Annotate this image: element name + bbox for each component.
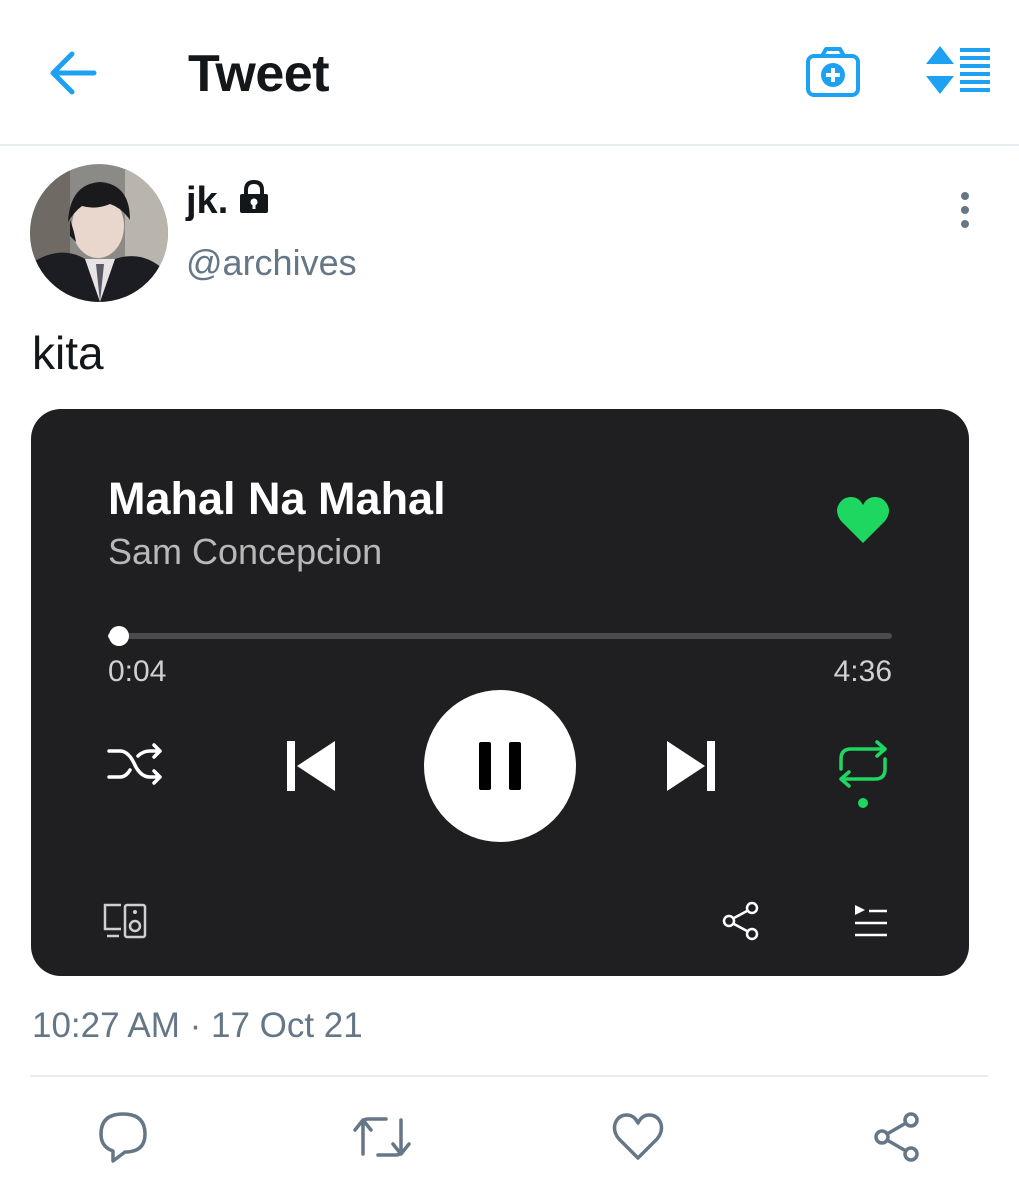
queue-icon (855, 905, 887, 937)
user-handle[interactable]: @archives (186, 242, 357, 284)
song-title: Mahal Na Mahal (108, 473, 446, 524)
progress-handle[interactable] (108, 626, 129, 646)
reply-button[interactable] (96, 1110, 150, 1164)
camera-add-icon (806, 47, 860, 97)
tweet-text: kita (32, 327, 104, 379)
retweet-icon (353, 1117, 411, 1157)
avatar-photo (30, 164, 168, 302)
repeat-icon (839, 740, 887, 808)
queue-button[interactable] (853, 903, 889, 939)
like-song-button[interactable] (835, 495, 891, 545)
connect-devices-button[interactable] (101, 901, 151, 941)
divider (30, 1075, 988, 1077)
music-player-card[interactable]: Mahal Na Mahal Sam Concepcion 0:04 4:36 (31, 409, 969, 976)
player-share-button[interactable] (721, 901, 761, 941)
top-bar: Tweet (0, 0, 1019, 146)
share-nodes-icon (722, 901, 759, 941)
shuffle-icon (107, 743, 162, 785)
retweet-button[interactable] (352, 1110, 411, 1164)
camera-button[interactable] (804, 44, 862, 100)
progress-bar[interactable] (108, 626, 892, 646)
pause-icon (479, 742, 521, 790)
avatar[interactable] (30, 164, 168, 302)
skip-next-icon (667, 741, 715, 791)
more-vertical-icon (961, 192, 969, 228)
skip-previous-icon (287, 741, 335, 791)
previous-track-button[interactable] (285, 739, 337, 793)
lock-icon (236, 179, 272, 215)
sort-arrows-icon (926, 46, 990, 94)
artist-name: Sam Concepcion (108, 531, 383, 572)
heart-filled-icon (837, 497, 889, 543)
repeat-button[interactable] (833, 739, 893, 815)
like-button[interactable] (611, 1110, 665, 1164)
arrow-left-icon (50, 51, 97, 95)
heart-outline-icon (612, 1113, 664, 1160)
share-button[interactable] (870, 1110, 924, 1164)
total-time: 4:36 (833, 655, 892, 688)
more-options-button[interactable] (950, 190, 980, 230)
share-icon (874, 1112, 919, 1162)
back-button[interactable] (46, 48, 100, 98)
display-name[interactable]: jk. (186, 180, 228, 223)
devices-icon (103, 903, 147, 939)
next-track-button[interactable] (665, 739, 717, 793)
page-title: Tweet (188, 45, 330, 103)
pause-button[interactable] (424, 690, 576, 842)
sort-button[interactable] (922, 44, 992, 96)
shuffle-button[interactable] (106, 739, 164, 789)
comment-icon (99, 1112, 147, 1163)
elapsed-time: 0:04 (108, 655, 167, 688)
tweet-timestamp[interactable]: 10:27 AM · 17 Oct 21 (32, 1006, 363, 1046)
